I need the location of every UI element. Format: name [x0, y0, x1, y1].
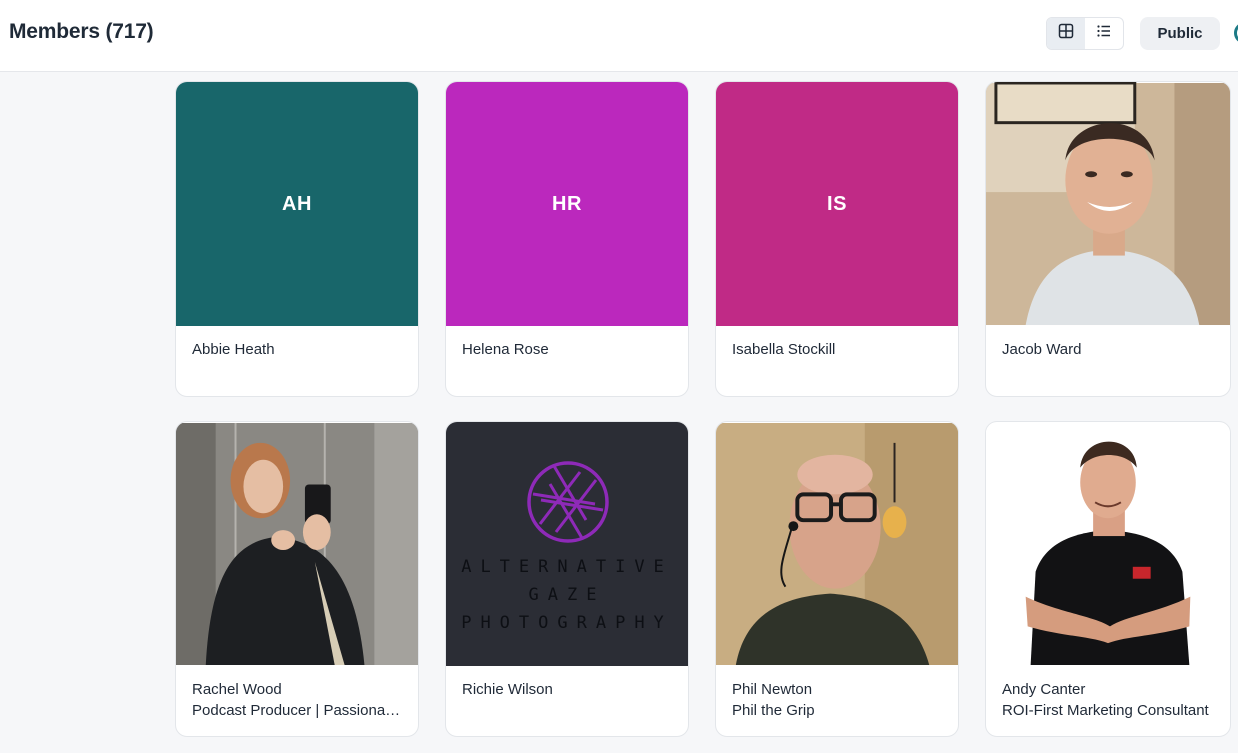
- member-photo: [986, 422, 1230, 666]
- member-initials: AH: [282, 192, 312, 215]
- member-tagline: ROI-First Marketing Consultant: [1002, 702, 1209, 719]
- member-card[interactable]: Jacob Ward: [985, 81, 1231, 397]
- member-avatar: AH: [176, 82, 418, 326]
- member-name: Isabella Stockill: [732, 341, 836, 358]
- member-avatar: IS: [716, 82, 958, 326]
- member-card[interactable]: Phil Newton Phil the Grip: [715, 421, 959, 737]
- member-avatar: HR: [446, 82, 688, 326]
- grid-view-icon: [1058, 23, 1074, 44]
- page-title: Members (717): [9, 20, 154, 43]
- member-tagline: Podcast Producer | Passionate about podc…: [192, 702, 402, 719]
- member-name: Abbie Heath: [192, 341, 275, 358]
- member-card[interactable]: Andy Canter ROI-First Marketing Consulta…: [985, 421, 1231, 737]
- member-name: Richie Wilson: [462, 681, 553, 698]
- grid-view-button[interactable]: [1047, 18, 1085, 49]
- member-photo: [176, 422, 418, 666]
- member-card[interactable]: IS Isabella Stockill: [715, 81, 959, 397]
- member-card[interactable]: ALTERNATIVE GAZE PHOTOGRAPHY Richie Wils…: [445, 421, 689, 737]
- member-photo: [986, 82, 1230, 326]
- member-name: Helena Rose: [462, 341, 549, 358]
- member-name: Rachel Wood: [192, 681, 282, 698]
- member-tagline: Phil the Grip: [732, 702, 815, 719]
- member-card[interactable]: AH Abbie Heath: [175, 81, 419, 397]
- member-initials: HR: [552, 192, 582, 215]
- public-button[interactable]: Public: [1140, 17, 1220, 50]
- list-view-button[interactable]: [1085, 18, 1123, 49]
- member-photo: [716, 422, 958, 666]
- member-card[interactable]: HR Helena Rose: [445, 81, 689, 397]
- top-bar: Members (717) Public: [0, 0, 1238, 72]
- member-name: Phil Newton: [732, 681, 813, 698]
- view-toggle: [1046, 17, 1124, 50]
- list-view-icon: [1096, 23, 1112, 44]
- member-name: Jacob Ward: [1002, 341, 1082, 358]
- logo-line: ALTERNATIVE: [461, 557, 673, 577]
- logo-line: GAZE: [528, 585, 606, 605]
- profile-avatar[interactable]: [1234, 22, 1238, 44]
- member-name: Andy Canter: [1002, 681, 1086, 698]
- member-logo: ALTERNATIVE GAZE PHOTOGRAPHY: [446, 422, 688, 666]
- member-card[interactable]: Rachel Wood Podcast Producer | Passionat…: [175, 421, 419, 737]
- logo-line: PHOTOGRAPHY: [461, 613, 673, 633]
- member-initials: IS: [827, 192, 847, 215]
